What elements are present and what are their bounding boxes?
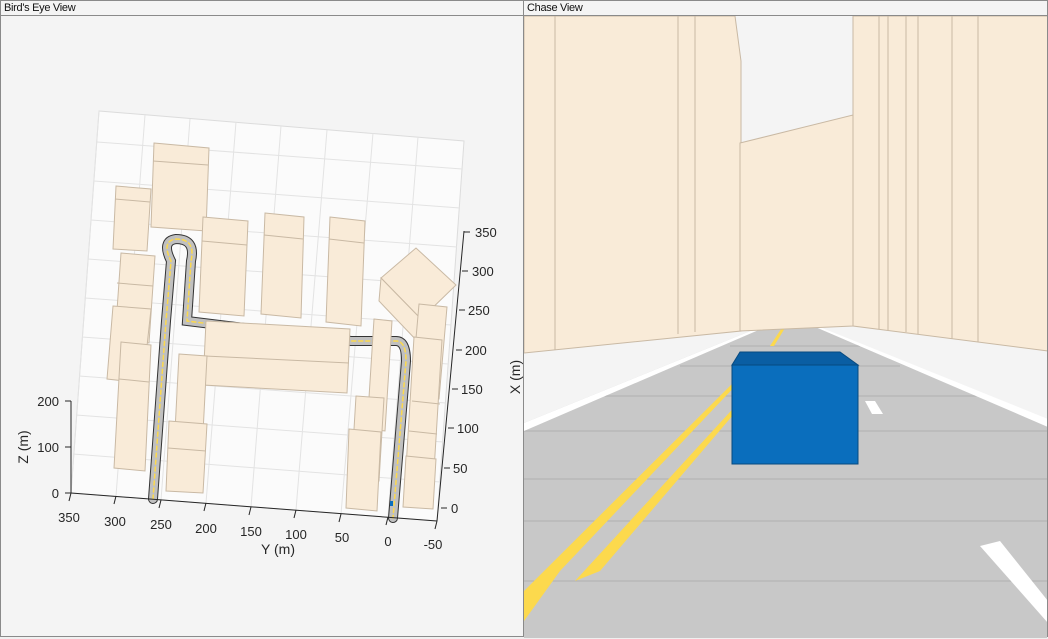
scene-shape [524, 16, 742, 354]
scene-shape [248, 506, 252, 516]
scene-shape [165, 420, 208, 494]
tick-label: 250 [150, 517, 172, 532]
scene-shape [434, 520, 438, 530]
panel-title: Chase View [524, 1, 1047, 16]
tick-label: 0 [52, 486, 59, 501]
scene-shape [150, 142, 210, 232]
tick-label: 50 [453, 461, 467, 476]
chase-view-panel: Chase View [523, 0, 1048, 638]
scene-shape [852, 16, 1047, 352]
ego-vehicle [731, 351, 860, 465]
scene-shape [113, 495, 117, 505]
birds-eye-plot[interactable]: 350 300 250 200 150 100 50 0 -50 Y (m) 0… [1, 16, 524, 638]
tick-label: 300 [104, 514, 126, 529]
scene-shape [203, 502, 207, 512]
scene-shape [385, 516, 389, 526]
tick-label: 100 [457, 421, 479, 436]
scene-shape [293, 509, 297, 519]
scene-shape [112, 185, 152, 252]
tick-label: 50 [335, 530, 349, 545]
tick-label: 250 [468, 303, 490, 318]
birds-eye-view-panel: Bird's Eye View 350 300 250 200 150 100 … [0, 0, 525, 637]
tick-label: 100 [37, 440, 59, 455]
scene-shape [158, 499, 162, 509]
scene-shape [113, 341, 152, 472]
tick-label: 200 [37, 394, 59, 409]
tick-label: 350 [58, 510, 80, 525]
y-axis-label: Y (m) [261, 541, 295, 557]
tick-label: -50 [424, 537, 443, 552]
scene-shape [731, 351, 860, 366]
z-axis-ticks: 0 100 200 [37, 394, 59, 501]
chase-view-scene[interactable] [524, 16, 1047, 638]
scene-shape [198, 216, 249, 317]
z-axis-label: Z (m) [15, 430, 31, 463]
tick-label: 100 [285, 527, 307, 542]
panel-title: Bird's Eye View [1, 1, 524, 16]
scene-shape [402, 455, 437, 510]
scene-shape [68, 492, 72, 502]
scene-shape [731, 364, 859, 465]
scene-shape [345, 428, 382, 512]
x-axis-ticks: 0 50 100 150 200 250 300 350 [451, 225, 497, 516]
scene-shape [338, 513, 342, 523]
tick-label: 200 [465, 343, 487, 358]
tick-label: 200 [195, 521, 217, 536]
tick-label: 300 [472, 264, 494, 279]
scene-shape [260, 212, 305, 319]
ego-vehicle-marker [390, 501, 393, 506]
scene-shape [325, 216, 366, 327]
tick-label: 350 [475, 225, 497, 240]
tick-label: 0 [451, 501, 458, 516]
scene-shape [739, 114, 854, 332]
tick-label: 0 [384, 534, 391, 549]
x-axis-label: X (m) [507, 360, 523, 394]
tick-label: 150 [461, 382, 483, 397]
tick-label: 150 [240, 524, 262, 539]
